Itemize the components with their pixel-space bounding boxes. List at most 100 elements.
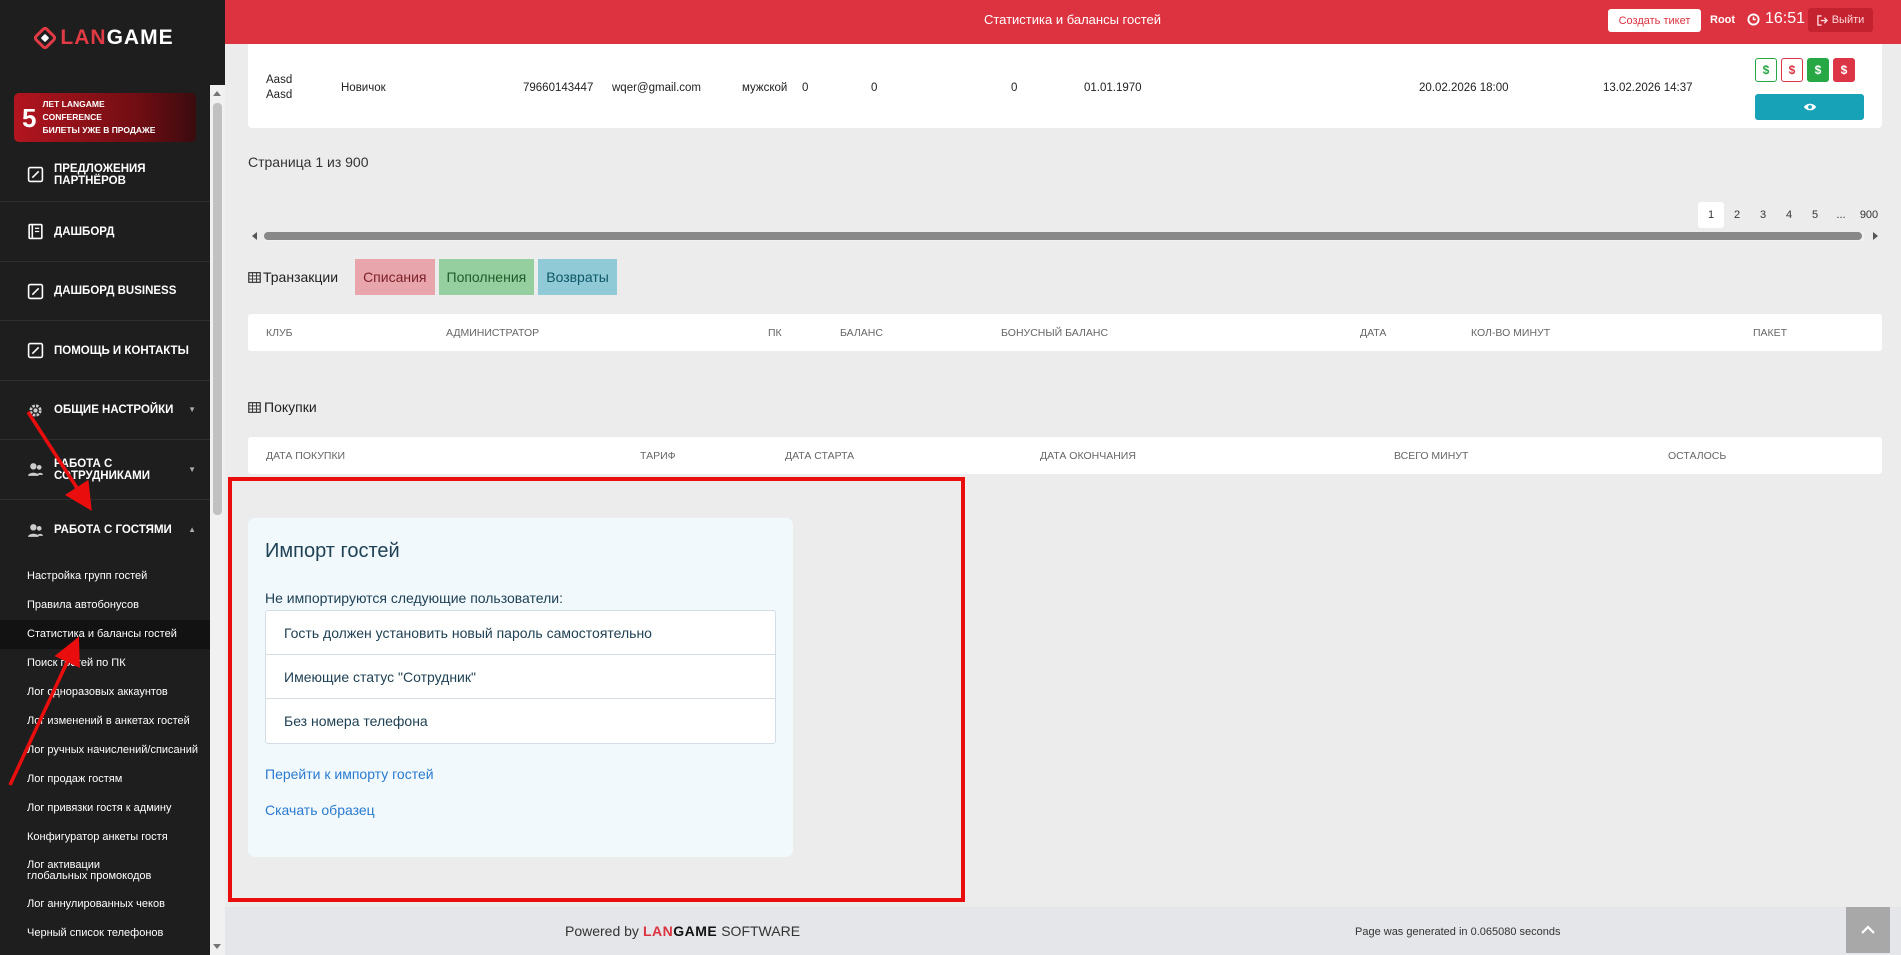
list-item: Имеющие статус "Сотрудник" (266, 655, 775, 699)
submenu-item[interactable]: Лог изменений в анкетах гостей (0, 707, 210, 736)
submenu-item[interactable]: Настройка групп гостей (0, 562, 210, 591)
withdraw-bonus-button[interactable]: $ (1833, 58, 1855, 82)
submenu-item[interactable]: Правила автобонусов (0, 591, 210, 620)
conference-promo-banner[interactable]: 5 ЛЕТ LANGAME CONFERENCE БИЛЕТЫ УЖЕ В ПР… (14, 93, 196, 142)
page-link[interactable]: 900 (1854, 202, 1884, 228)
guest-phone: 79660143447 (523, 82, 594, 94)
submenu-item[interactable]: Конфигуратор анкеты гостя (0, 823, 210, 852)
generation-time: Page was generated in 0.065080 seconds (1355, 926, 1561, 938)
page-link[interactable]: 4 (1776, 202, 1802, 228)
page-link-active[interactable]: 1 (1698, 202, 1724, 228)
guest-value: 0 (871, 82, 878, 94)
footer-brand-logo[interactable]: LANGAME (643, 923, 717, 939)
sidebar-item-guests[interactable]: РАБОТА С ГОСТЯМИ ▲ (0, 500, 210, 560)
column-header[interactable]: БОНУСНЫЙ БАЛАНС (1001, 327, 1108, 339)
sidebar-item-label: ПРЕДЛОЖЕНИЯ ПАРТНЁРОВ (54, 162, 146, 187)
promo-line: БИЛЕТЫ УЖЕ В ПРОДАЖЕ (42, 125, 156, 135)
pagination: 1 2 3 4 5 ... 900 (1698, 202, 1884, 228)
scroll-down-arrow-icon[interactable] (213, 944, 221, 949)
tab-topups[interactable]: Пополнения (438, 259, 535, 295)
column-header[interactable]: КЛУБ (266, 327, 293, 339)
import-subtitle: Не импортируются следующие пользователи: (265, 590, 563, 606)
sidebar-item-help-contacts[interactable]: ПОМОЩЬ И КОНТАКТЫ (0, 321, 210, 381)
logo-mark-icon (32, 25, 59, 51)
column-header[interactable]: ДАТА ПОКУПКИ (266, 450, 345, 462)
guest-birthday: 01.01.1970 (1084, 82, 1142, 94)
list-item: Гость должен установить новый пароль сам… (266, 611, 775, 655)
list-item: Без номера телефона (284, 713, 428, 729)
scroll-left-arrow-icon[interactable] (252, 232, 257, 240)
user-name[interactable]: Root (1710, 14, 1735, 26)
column-header[interactable]: ДАТА ОКОНЧАНИЯ (1040, 450, 1136, 462)
sidebar-item-label: ОБЩИЕ НАСТРОЙКИ (54, 404, 174, 416)
page-link[interactable]: 3 (1750, 202, 1776, 228)
purchases-label-text: Покупки (264, 399, 317, 415)
promo-number: 5 (22, 102, 37, 133)
column-header[interactable]: ВСЕГО МИНУТ (1394, 450, 1468, 462)
chevron-down-icon: ▼ (188, 464, 196, 474)
scroll-up-arrow-icon[interactable] (213, 91, 221, 96)
submenu-item[interactable]: Лог аннулированных чеков (0, 890, 210, 919)
sidebar-item-general-settings[interactable]: ОБЩИЕ НАСТРОЙКИ ▼ (0, 381, 210, 440)
sidebar-item-dashboard[interactable]: ДАШБОРД (0, 202, 210, 262)
column-header[interactable]: ДАТА (1360, 327, 1386, 339)
column-header[interactable]: ПК (768, 327, 782, 339)
transactions-table-header: КЛУБ АДМИНИСТРАТОР ПК БАЛАНС БОНУСНЫЙ БА… (248, 314, 1882, 351)
topbar: Статистика и балансы гостей Создать тике… (225, 0, 1901, 44)
powered-prefix: Powered by (565, 923, 639, 939)
transactions-toolbar: Транзакции Списания Пополнения Возвраты (248, 259, 621, 295)
scrollbar-thumb[interactable] (264, 232, 1862, 240)
sidebar-item-dashboard-business[interactable]: ДАШБОРД BUSINESS (0, 262, 210, 321)
logout-button[interactable]: Выйти (1808, 8, 1873, 32)
page-link[interactable]: 2 (1724, 202, 1750, 228)
submenu-item[interactable]: Лог продаж гостям (0, 765, 210, 794)
scrollbar-thumb[interactable] (213, 103, 222, 515)
langame-logo[interactable]: LANGAME (0, 20, 210, 56)
guest-surname: Aasd (266, 89, 293, 101)
tab-writeoffs[interactable]: Списания (355, 259, 435, 295)
view-guest-button[interactable] (1755, 94, 1864, 120)
column-header[interactable]: ТАРИФ (640, 450, 676, 462)
horizontal-scrollbar[interactable] (248, 229, 1882, 243)
submenu-item[interactable]: Лог ручных начислений/списаний (0, 736, 210, 765)
tab-refunds[interactable]: Возвраты (538, 259, 617, 295)
eye-icon (1803, 103, 1816, 111)
scroll-to-top-button[interactable] (1846, 907, 1890, 953)
sidebar-item-label: ПОМОЩЬ И КОНТАКТЫ (54, 344, 189, 357)
submenu-item[interactable]: Черный список телефонов (0, 919, 210, 948)
guest-name: Aasd (266, 74, 293, 86)
sidebar-item-partner-offers[interactable]: ПРЕДЛОЖЕНИЯ ПАРТНЁРОВ (0, 148, 210, 202)
edit-icon (27, 283, 44, 299)
book-icon (28, 223, 43, 240)
guest-group: Новичок (341, 82, 386, 94)
column-header[interactable]: КОЛ-ВО МИНУТ (1471, 327, 1550, 339)
gear-icon (29, 403, 42, 417)
powered-suffix: SOFTWARE (721, 923, 801, 939)
column-header[interactable]: ДАТА СТАРТА (785, 450, 854, 462)
submenu-item[interactable]: Лог активации глобальных промокодов (0, 852, 160, 890)
page-link[interactable]: 5 (1802, 202, 1828, 228)
submenu-item[interactable]: Лог одноразовых аккаунтов (0, 678, 210, 707)
download-sample-link[interactable]: Скачать образец (265, 802, 375, 818)
add-balance-button[interactable]: $ (1755, 58, 1777, 82)
sidebar-item-staff[interactable]: РАБОТА С СОТРУДНИКАМИ ▼ (0, 440, 210, 500)
sidebar-item-label: РАБОТА С ГОСТЯМИ (54, 524, 172, 536)
submenu-item[interactable]: Лог привязки гостя к админу (0, 794, 210, 823)
go-to-import-link[interactable]: Перейти к импорту гостей (265, 766, 434, 782)
submenu-item-active[interactable]: Статистика и балансы гостей (0, 620, 210, 649)
column-header[interactable]: АДМИНИСТРАТОР (446, 327, 539, 339)
table-icon (248, 271, 261, 283)
column-header[interactable]: ОСТАЛОСЬ (1668, 450, 1726, 462)
withdraw-balance-button[interactable]: $ (1781, 58, 1803, 82)
submenu-item[interactable]: Поиск гостей по ПК (0, 649, 210, 678)
chevron-down-icon: ▼ (188, 405, 196, 414)
sidebar-scrollbar[interactable] (210, 85, 225, 955)
clock: 16:51 (1747, 10, 1805, 28)
scroll-right-arrow-icon[interactable] (1873, 232, 1878, 240)
add-bonus-button[interactable]: $ (1807, 58, 1829, 82)
column-header[interactable]: ПАКЕТ (1753, 327, 1787, 339)
create-ticket-button[interactable]: Создать тикет (1608, 9, 1701, 32)
column-header[interactable]: БАЛАНС (840, 327, 883, 339)
clock-icon (1747, 12, 1760, 26)
table-icon (248, 401, 261, 413)
